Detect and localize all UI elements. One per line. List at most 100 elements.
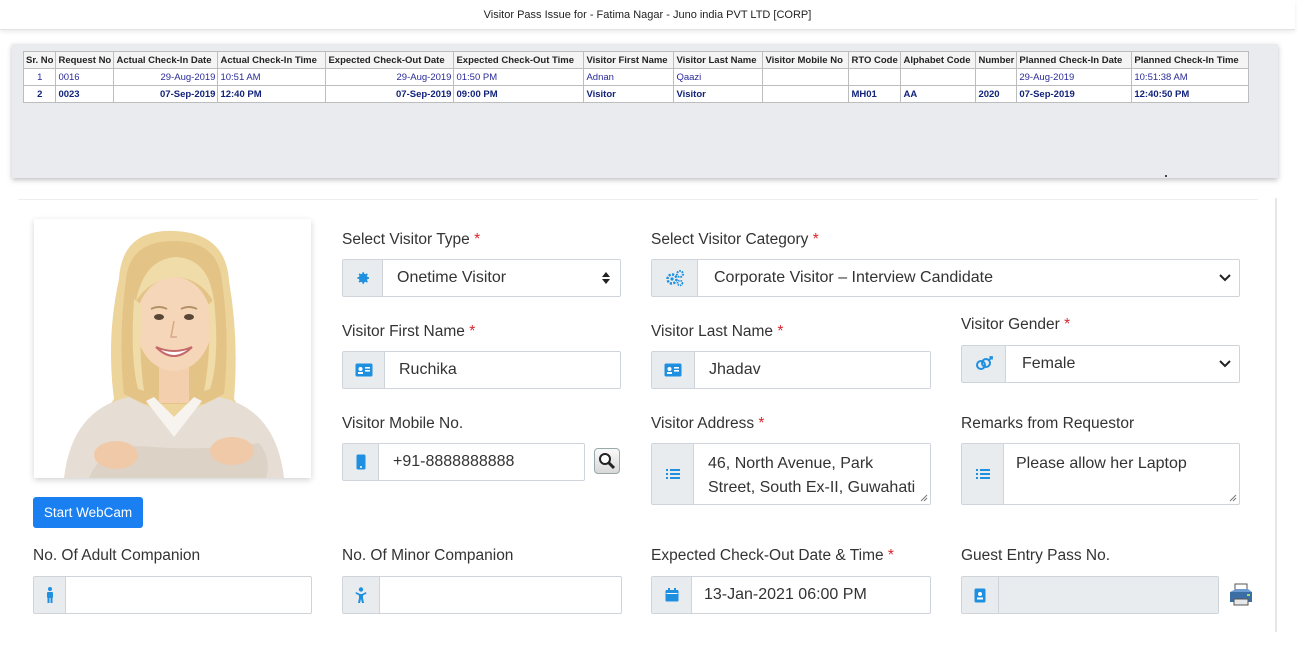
cell-alphabet-code: AA [900,85,977,103]
cell-expected-checkout-time: 01:50 PM [453,68,585,86]
col-header-planned-checkin-date[interactable]: Planned Check-In Date [1016,51,1133,69]
col-header-planned-checkin-time[interactable]: Planned Check-In Time [1131,51,1250,69]
cell-last-name: Qaazi [673,68,764,86]
male-icon [34,577,66,613]
gender-icon [962,346,1006,382]
remarks-label: Remarks from Requestor [961,415,1135,432]
minor-companion-field[interactable] [342,576,622,614]
section-divider [18,199,1258,200]
col-header-rto-code[interactable]: RTO Code [848,51,902,69]
mobile-field[interactable]: +91-8888888888 [342,443,585,481]
list-icon [652,444,694,504]
guest-pass-value [999,577,1218,613]
calendar-icon [652,577,692,613]
resize-handle-icon[interactable] [1229,494,1237,502]
visitor-type-select[interactable]: Onetime Visitor [342,259,621,297]
badge-icon [962,577,999,613]
checkout-datetime-field[interactable]: 13-Jan-2021 06:00 PM [651,576,931,614]
col-header-expected-checkout-date[interactable]: Expected Check-Out Date [325,51,455,69]
first-name-field[interactable]: Ruchika [342,351,621,389]
col-header-alphabet-code[interactable]: Alphabet Code [900,51,977,69]
cell-first-name: Visitor [583,85,675,103]
last-name-label: Visitor Last Name * [651,323,784,340]
guest-pass-label: Guest Entry Pass No. [961,547,1111,564]
address-value: 46, North Avenue, Park Street, South Ex-… [708,455,916,496]
table-header-row: Sr. No Request No Actual Check-In Date A… [22,51,1250,69]
minor-companion-label: No. Of Minor Companion [342,547,514,564]
minor-companion-value [380,577,621,613]
col-header-mobile-no[interactable]: Visitor Mobile No [762,51,850,69]
mobile-icon [343,444,379,480]
cell-alphabet-code [900,68,977,86]
visitor-grid-panel: Sr. No Request No Actual Check-In Date A… [12,44,1278,178]
cell-planned-checkin-time: 10:51:38 AM [1131,68,1250,86]
cell-last-name: Visitor [673,85,764,103]
id-card-icon [652,352,695,388]
col-header-last-name[interactable]: Visitor Last Name [673,51,764,69]
gear-icon [343,260,383,296]
adult-companion-field[interactable] [33,576,312,614]
visitor-category-select[interactable]: Corporate Visitor – Interview Candidate [651,259,1240,297]
col-header-number[interactable]: Number [975,51,1018,69]
col-header-request-no[interactable]: Request No [55,51,115,69]
cell-actual-checkin-time: 10:51 AM [217,68,327,86]
visitor-portrait-image [34,219,311,478]
cell-planned-checkin-date: 29-Aug-2019 [1016,68,1133,86]
page-title: Visitor Pass Issue for - Fatima Nagar - … [483,9,812,21]
updown-arrows-icon [592,260,620,296]
cell-request-no: 0023 [55,85,115,103]
list-icon [962,444,1004,504]
adult-companion-label: No. Of Adult Companion [33,547,201,564]
gender-label: Visitor Gender * [961,316,1071,333]
cell-number [975,68,1018,86]
cell-actual-checkin-date: 29-Aug-2019 [113,68,219,86]
cell-mobile-no [762,68,850,86]
start-webcam-button[interactable]: Start WebCam [33,497,143,528]
col-header-actual-checkin-date[interactable]: Actual Check-In Date [113,51,219,69]
scroll-rule [1275,198,1277,632]
cell-sr-no: 2 [22,85,57,103]
col-header-sr-no[interactable]: Sr. No [22,51,57,69]
gender-value: Female [1022,355,1076,372]
cell-expected-checkout-time: 09:00 PM [453,85,585,103]
remarks-textarea[interactable]: Please allow her Laptop [961,443,1240,505]
address-textarea[interactable]: 46, North Avenue, Park Street, South Ex-… [651,443,931,505]
cell-planned-checkin-time: 12:40:50 PM [1131,85,1250,103]
visitor-category-label: Select Visitor Category * [651,231,819,248]
col-header-first-name[interactable]: Visitor First Name [583,51,675,69]
gears-icon [652,260,698,296]
visitor-requests-table: Sr. No Request No Actual Check-In Date A… [22,51,1250,103]
cell-planned-checkin-date: 07-Sep-2019 [1016,85,1133,103]
printer-icon[interactable] [1228,583,1254,607]
gender-select[interactable]: Female [961,345,1240,383]
cell-request-no: 0016 [55,68,115,86]
cell-sr-no: 1 [22,68,57,86]
last-name-field[interactable]: Jhadav [651,351,931,389]
address-label: Visitor Address * [651,415,765,432]
col-header-actual-checkin-time[interactable]: Actual Check-In Time [217,51,327,69]
cell-rto-code [848,68,902,86]
page-header: Visitor Pass Issue for - Fatima Nagar - … [0,0,1295,30]
first-name-label: Visitor First Name * [342,323,476,340]
resize-handle-icon[interactable] [920,494,928,502]
checkout-value: 13-Jan-2021 06:00 PM [704,586,867,603]
cell-rto-code: MH01 [848,85,902,103]
visitor-category-value: Corporate Visitor – Interview Candidate [714,269,993,286]
col-header-expected-checkout-time[interactable]: Expected Check-Out Time [453,51,585,69]
cell-mobile-no [762,85,850,103]
id-card-icon [343,352,385,388]
search-icon [599,453,616,470]
cell-actual-checkin-date: 07-Sep-2019 [113,85,219,103]
mobile-label: Visitor Mobile No. [342,415,464,432]
visitor-photo [34,219,311,478]
search-mobile-button[interactable] [594,448,620,474]
child-icon [343,577,380,613]
last-name-value: Jhadav [709,361,761,378]
table-row[interactable]: 1 0016 29-Aug-2019 10:51 AM 29-Aug-2019 … [22,68,1250,86]
visitor-type-label: Select Visitor Type * [342,231,481,248]
cell-number: 2020 [975,85,1018,103]
table-row[interactable]: 2 0023 07-Sep-2019 12:40 PM 07-Sep-2019 … [22,85,1250,103]
adult-companion-value [66,577,311,613]
cell-expected-checkout-date: 07-Sep-2019 [325,85,455,103]
first-name-value: Ruchika [399,361,457,378]
